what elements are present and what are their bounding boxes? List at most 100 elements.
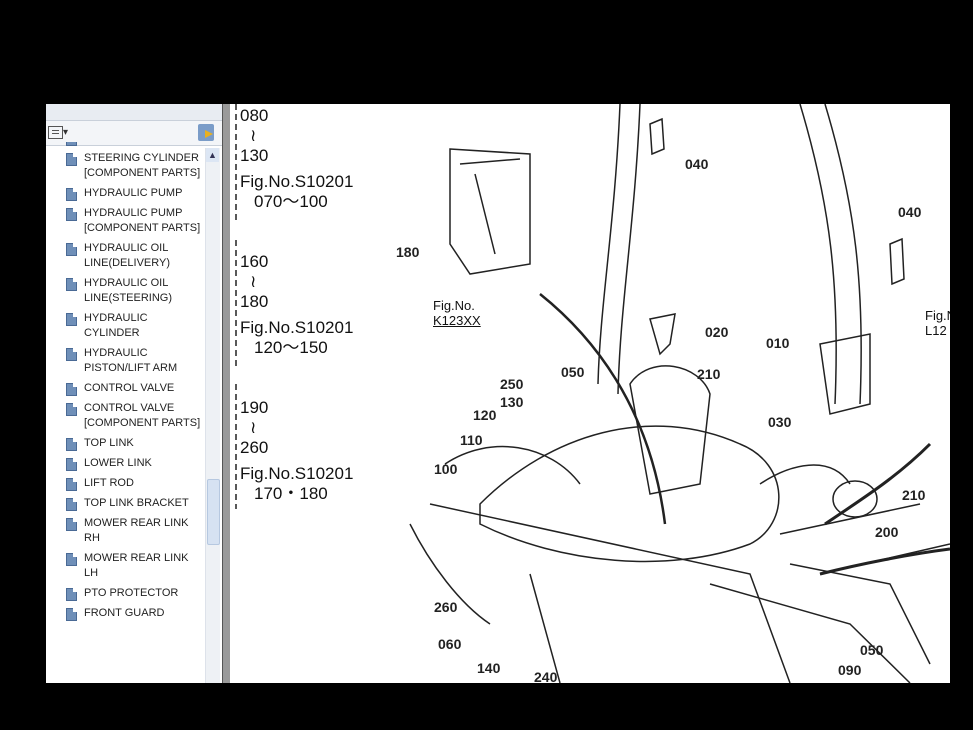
part-callout: 260 <box>434 599 458 615</box>
range-end: 130 <box>240 146 269 165</box>
bookmark-page-icon <box>66 383 77 396</box>
options-menu-button[interactable]: ▾ <box>48 126 70 140</box>
bookmark-label: TOP LINK BRACKET <box>84 497 189 509</box>
expand-bookmark-icon[interactable] <box>198 124 214 141</box>
bookmark-label: HYDRAULIC OIL LINE(STEERING) <box>84 277 173 304</box>
fig-number: Fig.No.S10201 <box>240 464 354 483</box>
fig-ref-code: L12 <box>925 323 947 338</box>
bookmark-label: FRONT GUARD <box>84 607 165 619</box>
bookmark-page-icon <box>66 498 77 511</box>
part-callout: 050 <box>860 642 884 658</box>
fig-range: 070～100 <box>254 192 328 211</box>
bookmark-page-icon <box>66 208 77 221</box>
bookmark-item[interactable]: TOP LINK <box>46 435 205 455</box>
bookmark-page-icon <box>66 153 77 166</box>
bookmark-label: STEERING LINKAGE <box>84 142 191 144</box>
fig-ref-label: Fig.N <box>925 308 950 323</box>
bookmark-page-icon <box>66 458 77 471</box>
bookmark-page-icon <box>66 553 77 566</box>
fig-group: 080 ≀ 130 Fig.No.S10201 070～100 <box>240 106 353 212</box>
bookmark-item[interactable]: HYDRAULIC OIL LINE(DELIVERY) <box>46 240 205 275</box>
bookmark-label: HYDRAULIC PUMP [COMPONENT PARTS] <box>84 207 201 234</box>
bookmark-page-icon <box>66 608 77 621</box>
part-callout: 110 <box>460 432 483 448</box>
range-end: 180 <box>240 292 269 311</box>
fig-number: Fig.No.S10201 <box>240 172 354 191</box>
bookmark-label: HYDRAULIC OIL LINE(DELIVERY) <box>84 242 170 269</box>
bookmark-label: CONTROL VALVE [COMPONENT PARTS] <box>84 402 201 429</box>
bookmark-item[interactable]: TOP LINK BRACKET <box>46 495 205 515</box>
part-callout: 200 <box>875 524 899 540</box>
bookmark-label: LIFT ROD <box>84 477 134 489</box>
bookmark-item[interactable]: STEERING LINKAGE <box>46 142 205 150</box>
part-callout: 180 <box>396 244 420 260</box>
fig-group: 160 ≀ 180 Fig.No.S10201 120～150 <box>240 252 353 358</box>
range-end: 260 <box>240 438 269 457</box>
bookmark-page-icon <box>66 588 77 601</box>
panel-header <box>46 104 222 121</box>
list-options-icon <box>48 126 63 139</box>
bookmark-label: PTO PROTECTOR <box>84 587 179 599</box>
bookmark-page-icon <box>66 188 77 201</box>
bookmark-item[interactable]: LIFT ROD <box>46 475 205 495</box>
part-callout: 120 <box>473 407 497 423</box>
part-callout: 040 <box>685 156 709 172</box>
fig-ref-k123xx: Fig.No. K123XX <box>433 298 481 328</box>
bookmark-item[interactable]: CONTROL VALVE <box>46 380 205 400</box>
part-callout: 130 <box>500 394 524 410</box>
bookmark-list: STEERING LINKAGE STEERING CYLINDER [COMPO… <box>46 142 205 683</box>
scrollbar[interactable]: ▲ <box>205 148 220 683</box>
bookmark-page-icon <box>66 348 77 361</box>
bookmark-page-icon <box>66 313 77 326</box>
bookmark-label: LOWER LINK <box>84 457 152 469</box>
part-callout: 030 <box>768 414 792 430</box>
tilde-symbol: ≀ <box>250 126 257 145</box>
part-callout: 090 <box>838 662 862 678</box>
part-callout: 020 <box>705 324 729 340</box>
bookmark-label: HYDRAULIC CYLINDER <box>84 312 148 339</box>
bookmark-item[interactable]: MOWER REAR LINK LH <box>46 550 205 585</box>
bookmark-item[interactable]: HYDRAULIC PUMP [COMPONENT PARTS] <box>46 205 205 240</box>
bookmark-item[interactable]: HYDRAULIC CYLINDER <box>46 310 205 345</box>
bookmark-label: MOWER REAR LINK RH <box>84 517 189 544</box>
bookmarks-panel: ▾ STEERING LINKAGE STEERING CYLINDER [COM… <box>46 104 222 683</box>
fig-range: 120～150 <box>254 338 328 357</box>
bookmark-item[interactable]: MOWER REAR LINK RH <box>46 515 205 550</box>
bookmark-page-icon <box>66 243 77 256</box>
scroll-up-icon[interactable]: ▲ <box>206 148 219 162</box>
bookmark-page-icon <box>66 438 77 451</box>
part-callout: 240 <box>534 669 558 683</box>
fig-ref-code: K123XX <box>433 313 481 328</box>
bookmark-page-icon <box>66 278 77 291</box>
part-callout: 040 <box>898 204 922 220</box>
fig-ref-l12: Fig.NL12 <box>925 308 950 338</box>
document-page: 080 ≀ 130 Fig.No.S10201 070～100 160 ≀ 180 Fig.No… <box>230 104 950 683</box>
tilde-symbol: ≀ <box>250 418 257 437</box>
bookmark-item[interactable]: HYDRAULIC PUMP <box>46 185 205 205</box>
bookmark-item[interactable]: HYDRAULIC OIL LINE(STEERING) <box>46 275 205 310</box>
bookmark-page-icon <box>66 403 77 416</box>
range-start: 160 <box>240 252 269 271</box>
fig-ref-label: Fig.No. <box>433 298 475 313</box>
bookmark-item[interactable]: LOWER LINK <box>46 455 205 475</box>
bookmark-item[interactable]: HYDRAULIC PISTON/LIFT ARM <box>46 345 205 380</box>
bookmark-page-icon <box>66 478 77 491</box>
bookmark-label: CONTROL VALVE <box>84 382 175 394</box>
bookmark-item[interactable]: STEERING CYLINDER [COMPONENT PARTS] <box>46 150 205 185</box>
range-start: 190 <box>240 398 269 417</box>
bookmark-item[interactable]: FRONT GUARD <box>46 605 205 625</box>
bookmark-item[interactable]: PTO PROTECTOR <box>46 585 205 605</box>
tilde-symbol: ≀ <box>250 272 257 291</box>
bookmark-label: STEERING CYLINDER [COMPONENT PARTS] <box>84 152 201 179</box>
scrollbar-thumb[interactable] <box>207 479 220 545</box>
fig-number: Fig.No.S10201 <box>240 318 354 337</box>
bookmark-label: HYDRAULIC PISTON/LIFT ARM <box>84 347 178 374</box>
bookmark-label: TOP LINK <box>84 437 134 449</box>
fig-group: 190 ≀ 260 Fig.No.S10201 170・180 <box>240 398 353 504</box>
part-callout: 100 <box>434 461 458 477</box>
part-callout: 050 <box>561 364 585 380</box>
fig-range: 170・180 <box>254 484 328 503</box>
part-callout: 250 <box>500 376 524 392</box>
range-start: 080 <box>240 106 269 125</box>
bookmark-item[interactable]: CONTROL VALVE [COMPONENT PARTS] <box>46 400 205 435</box>
